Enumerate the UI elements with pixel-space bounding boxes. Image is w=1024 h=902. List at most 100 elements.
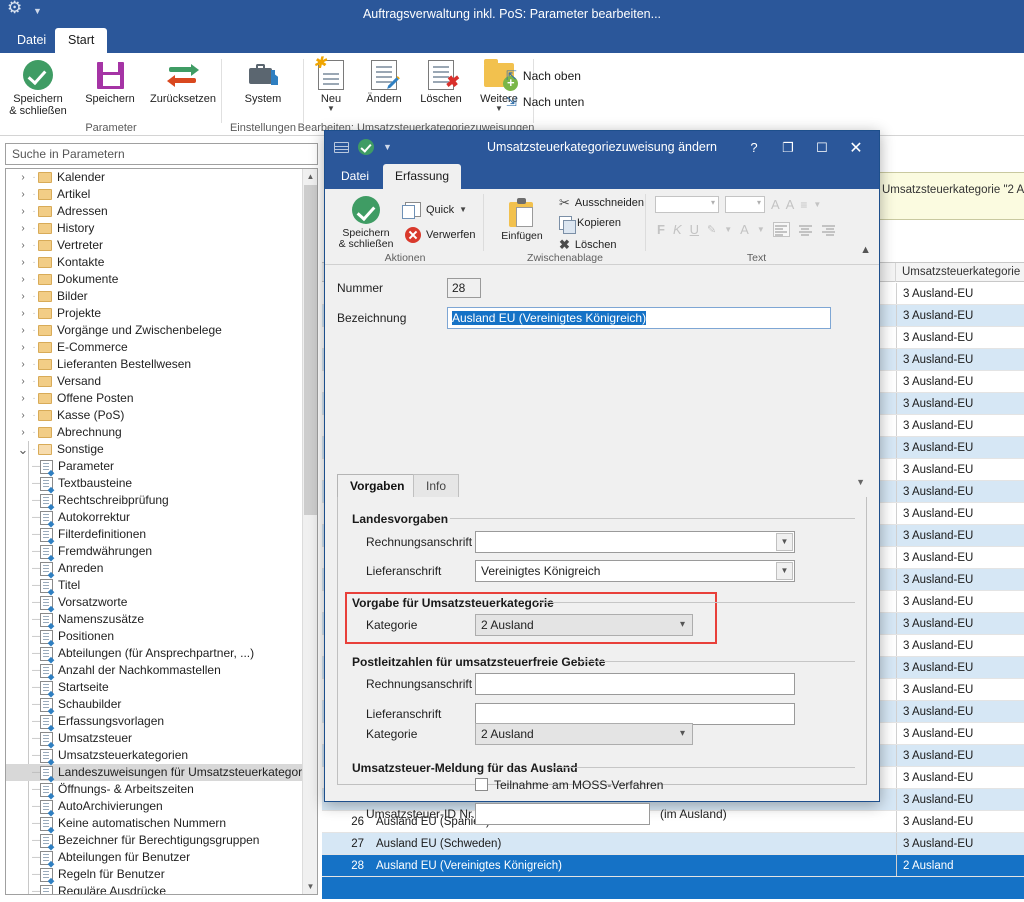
tree-item-ffnungs-arbeitszeiten[interactable]: — Öffnungs- & Arbeitszeiten: [6, 781, 302, 798]
paste-button[interactable]: Einfügen: [491, 195, 553, 242]
tree-item-vorsatzworte[interactable]: — Vorsatzworte: [6, 594, 302, 611]
moss-checkbox[interactable]: [475, 778, 488, 791]
tree-item-history[interactable]: › · History: [6, 220, 302, 237]
system-button[interactable]: System: [231, 57, 295, 105]
chevron-right-icon[interactable]: ›: [16, 322, 30, 339]
chevron-right-icon[interactable]: ›: [16, 186, 30, 203]
scrollbar-thumb[interactable]: [304, 185, 317, 515]
plz-kategorie-dropdown[interactable]: 2 Ausland ▾: [475, 723, 693, 745]
bullet-list-icon[interactable]: ≡: [800, 198, 807, 212]
vorgabe-kategorie-dropdown[interactable]: 2 Ausland ▾: [475, 614, 693, 636]
tab-datei[interactable]: Datei: [4, 28, 59, 53]
tree-item-e-commerce[interactable]: › · E-Commerce: [6, 339, 302, 356]
new-button[interactable]: ✱ Neu ▼: [306, 56, 356, 113]
tree-item-abteilungen-f-r-ansprechpartner[interactable]: — Abteilungen (für Ansprechpartner, ...): [6, 645, 302, 662]
chevron-down-icon[interactable]: ▼: [856, 477, 865, 487]
scroll-down-arrow[interactable]: ▼: [303, 879, 317, 894]
tree-item-titel[interactable]: — Titel: [6, 577, 302, 594]
tab-start[interactable]: Start: [55, 28, 108, 53]
tree-item-projekte[interactable]: › · Projekte: [6, 305, 302, 322]
reset-button[interactable]: Zurücksetzen: [146, 57, 220, 105]
tree-item-keine-automatischen-nummern[interactable]: — Keine automatischen Nummern: [6, 815, 302, 832]
tree-item-offene-posten[interactable]: › · Offene Posten: [6, 390, 302, 407]
tree-item-vorg-nge-und-zwischenbelege[interactable]: › · Vorgänge und Zwischenbelege: [6, 322, 302, 339]
bezeichnung-field[interactable]: Ausland EU (Vereinigtes Königreich): [447, 307, 831, 329]
chevron-down-icon[interactable]: ▼: [724, 225, 732, 234]
tree-item-bezeichner-f-r-berechtigungsgruppen[interactable]: — Bezeichner für Berechtigungsgruppen: [6, 832, 302, 849]
tree-item-fremdw-hrungen[interactable]: — Fremdwährungen: [6, 543, 302, 560]
chevron-right-icon[interactable]: ›: [16, 373, 30, 390]
align-center-icon[interactable]: [798, 223, 813, 236]
quick-button[interactable]: Quick ▼: [402, 202, 467, 219]
move-down-button[interactable]: ⇲ Nach unten: [506, 94, 584, 110]
tree-item-autoarchivierungen[interactable]: — AutoArchivierungen: [6, 798, 302, 815]
chevron-up-icon[interactable]: ▲: [860, 244, 871, 256]
save-and-close-button[interactable]: Speichern & schließen: [6, 57, 70, 117]
highlighter-icon[interactable]: ✎: [707, 223, 716, 236]
chevron-down-icon[interactable]: ▼: [813, 200, 821, 209]
landes-lieferanschrift-combo[interactable]: Vereinigtes Königreich ▼: [475, 560, 795, 582]
tree-item-regul-re-ausdr-cke[interactable]: — Reguläre Ausdrücke: [6, 883, 302, 894]
close-button[interactable]: ✕: [839, 131, 873, 164]
save-button[interactable]: Speichern: [78, 57, 142, 105]
chevron-down-icon[interactable]: ▾: [680, 724, 685, 744]
delete-button[interactable]: ✖ Löschen: [412, 57, 470, 105]
plz-rechnungsanschrift-input[interactable]: [475, 673, 795, 695]
chevron-right-icon[interactable]: ›: [16, 339, 30, 356]
chevron-right-icon[interactable]: ›: [16, 169, 30, 186]
font-size-combo[interactable]: [725, 196, 765, 213]
table-row[interactable]: 28 Ausland EU (Vereinigtes Königreich) 2 A…: [322, 855, 1024, 899]
tree-item-landeszuweisungen-f-r-umsatzsteuerkategorie[interactable]: — Landeszuweisungen für Umsatzsteuerkateg…: [6, 764, 311, 781]
discard-button[interactable]: Verwerfen: [405, 227, 476, 243]
ust-id-input[interactable]: [475, 803, 650, 825]
tree-item-positionen[interactable]: — Positionen: [6, 628, 302, 645]
italic-button[interactable]: K: [673, 222, 682, 237]
cut-button[interactable]: ✂ Ausschneiden: [559, 195, 644, 211]
chevron-down-icon[interactable]: ▼: [757, 225, 765, 234]
chevron-right-icon[interactable]: ›: [16, 203, 30, 220]
grow-font-button[interactable]: A: [771, 197, 780, 212]
chevron-right-icon[interactable]: ›: [16, 288, 30, 305]
help-button[interactable]: ?: [737, 131, 771, 164]
tree-item-sonstige[interactable]: ⌄ · Sonstige: [6, 441, 302, 458]
dialog-tab-erfassung[interactable]: Erfassung: [383, 164, 462, 189]
edit-button[interactable]: Ändern: [356, 57, 412, 105]
bold-button[interactable]: F: [657, 222, 665, 237]
nummer-field[interactable]: 28: [447, 278, 481, 298]
delete-button[interactable]: ✖ Löschen: [559, 237, 617, 253]
chevron-right-icon[interactable]: ›: [16, 356, 30, 373]
chevron-down-icon[interactable]: ▼: [776, 533, 793, 551]
tree-item-umsatzsteuerkategorien[interactable]: — Umsatzsteuerkategorien: [6, 747, 302, 764]
chevron-right-icon[interactable]: ›: [16, 271, 30, 288]
table-row[interactable]: 27 Ausland EU (Schweden) 3 Ausland-EU: [322, 833, 1024, 855]
tree-item-vertreter[interactable]: › · Vertreter: [6, 237, 302, 254]
dialog-tab-datei[interactable]: Datei: [329, 164, 381, 189]
tree-item-kontakte[interactable]: › · Kontakte: [6, 254, 302, 271]
tree-item-autokorrektur[interactable]: — Autokorrektur: [6, 509, 302, 526]
tree-item-schaubilder[interactable]: — Schaubilder: [6, 696, 302, 713]
chevron-down-icon[interactable]: ▼: [306, 105, 356, 113]
search-input[interactable]: Suche in Parametern: [5, 143, 318, 165]
tree-item-anreden[interactable]: — Anreden: [6, 560, 302, 577]
tree-item-filterdefinitionen[interactable]: — Filterdefinitionen: [6, 526, 302, 543]
tree-item-abrechnung[interactable]: › · Abrechnung: [6, 424, 302, 441]
copy-button[interactable]: Kopieren: [559, 216, 621, 234]
edit-dialog[interactable]: ▼ Umsatzsteuerkategoriezuweisung ändern …: [324, 130, 880, 825]
parameter-tree[interactable]: › · Kalender › · Artikel › · Adressen › · History › ·…: [5, 168, 318, 895]
landes-rechnungsanschrift-combo[interactable]: ▼: [475, 531, 795, 553]
tree-item-umsatzsteuer[interactable]: — Umsatzsteuer: [6, 730, 302, 747]
tree-item-rechtschreibpr-fung[interactable]: — Rechtschreibprüfung: [6, 492, 302, 509]
tree-item-lieferanten-bestellwesen[interactable]: › · Lieferanten Bestellwesen: [6, 356, 302, 373]
plz-lieferanschrift-input[interactable]: [475, 703, 795, 725]
tree-item-startseite[interactable]: — Startseite: [6, 679, 302, 696]
chevron-down-icon[interactable]: ▼: [459, 205, 467, 214]
chevron-right-icon[interactable]: ›: [16, 254, 30, 271]
tree-item-anzahl-der-nachkommastellen[interactable]: — Anzahl der Nachkommastellen: [6, 662, 302, 679]
tree-item-adressen[interactable]: › · Adressen: [6, 203, 302, 220]
chevron-right-icon[interactable]: ›: [16, 424, 30, 441]
tree-item-namenszus-tze[interactable]: — Namenszusätze: [6, 611, 302, 628]
move-up-button[interactable]: ⇱ Nach oben: [506, 68, 581, 84]
chevron-right-icon[interactable]: ›: [16, 305, 30, 322]
chevron-right-icon[interactable]: ›: [16, 220, 30, 237]
form-tab-vorgaben[interactable]: Vorgaben: [337, 474, 418, 498]
